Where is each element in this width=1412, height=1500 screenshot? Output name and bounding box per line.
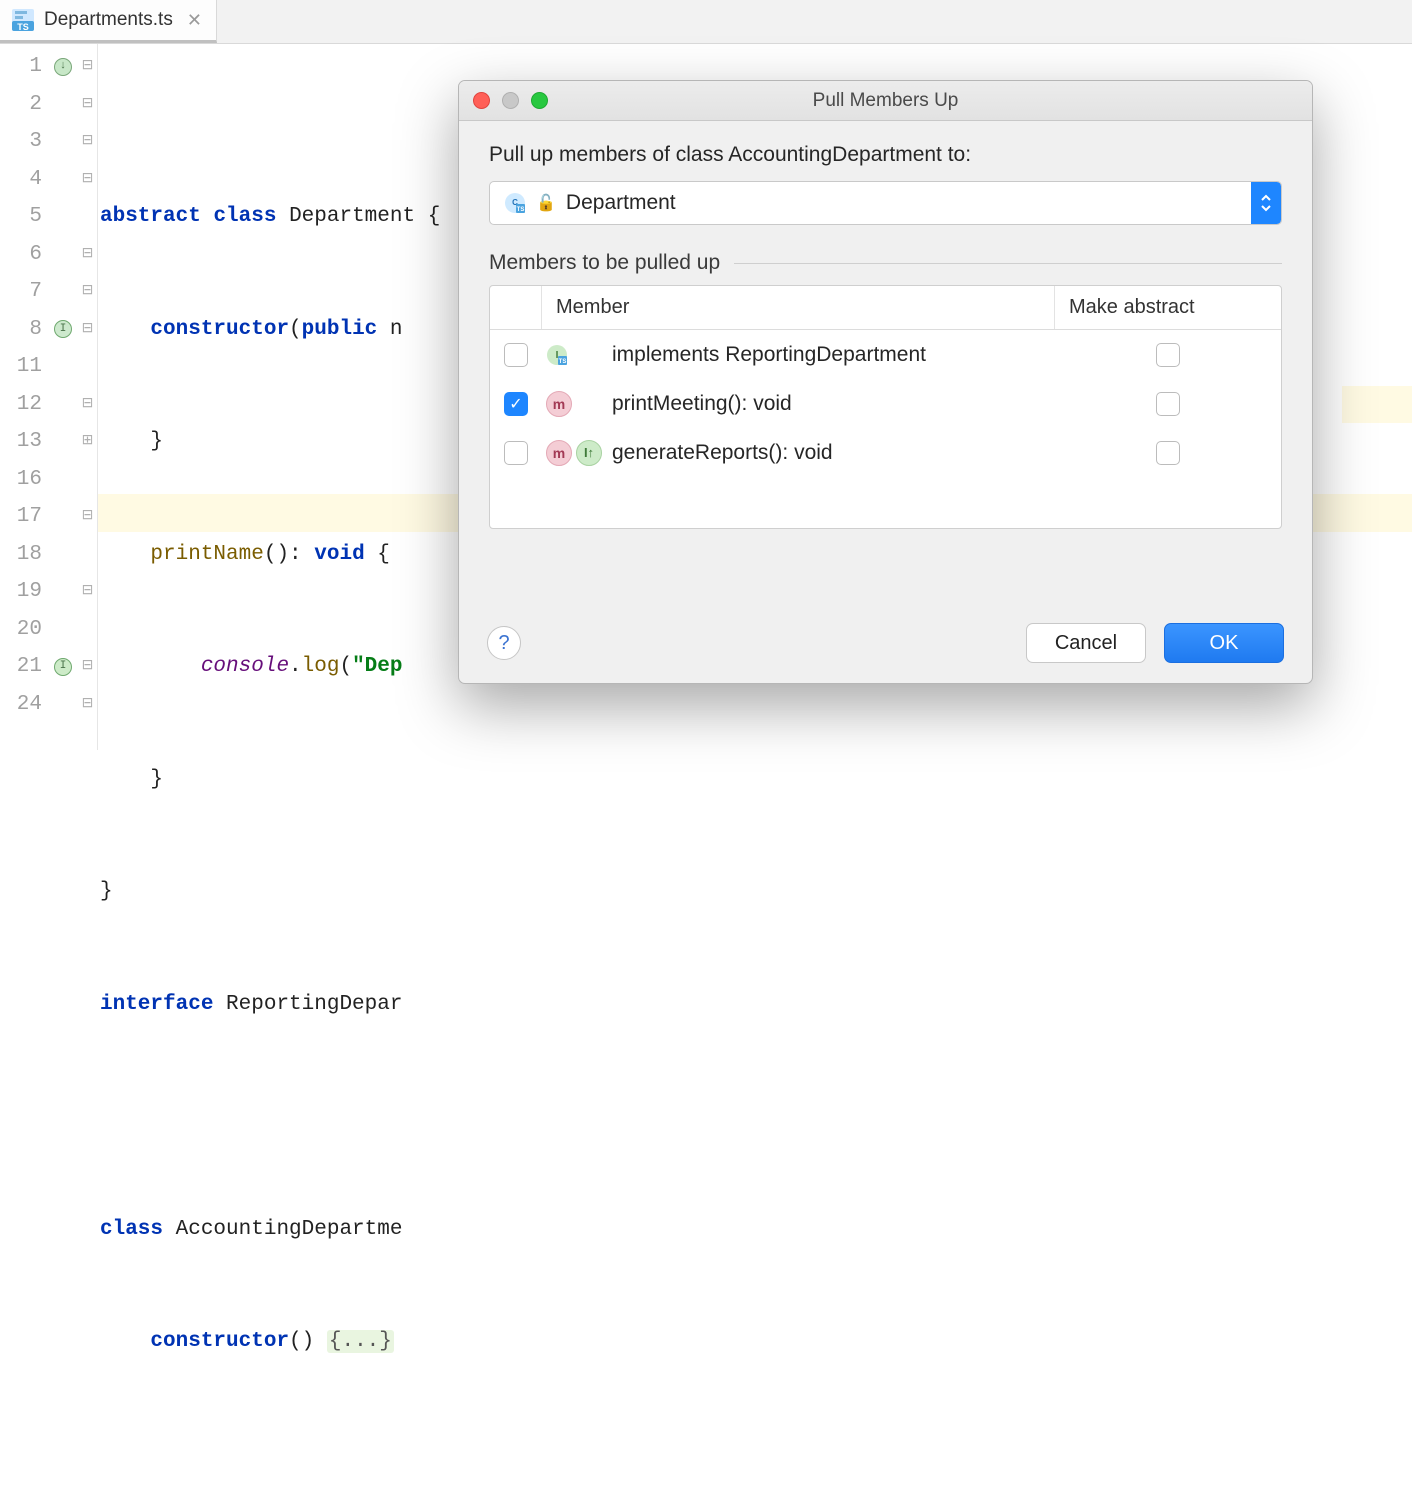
include-checkbox[interactable] <box>504 441 528 465</box>
fold-toggle[interactable]: ⊟ <box>78 48 97 86</box>
members-table: Member Make abstract ITS implements Repo… <box>489 285 1282 529</box>
gutter-fold: ⊟ ⊟ ⊟ ⊟ ⊟ ⊟ ⊟ ⊟ ⊞ ⊟ ⊟ ⊟ ⊟ <box>78 44 98 750</box>
ok-button[interactable]: OK <box>1164 623 1284 663</box>
fold-end[interactable]: ⊟ <box>78 686 97 724</box>
target-class-value: Department <box>566 191 676 215</box>
gutter-line-numbers: 123 456 7811 121316 171819 202124 <box>0 44 48 750</box>
implements-up-icon[interactable]: I <box>54 658 72 676</box>
gutter-marks: I I <box>48 44 78 750</box>
abstract-column-header[interactable]: Make abstract <box>1055 286 1281 329</box>
member-label: implements ReportingDepartment <box>612 343 1055 367</box>
fold-end[interactable]: ⊟ <box>78 236 97 274</box>
dialog-titlebar[interactable]: Pull Members Up <box>459 81 1312 121</box>
table-row[interactable]: ✓ m printMeeting(): void <box>490 379 1281 428</box>
fold-toggle[interactable]: ⊟ <box>78 311 97 349</box>
abstract-checkbox[interactable] <box>1156 441 1180 465</box>
fold-toggle[interactable]: ⊟ <box>78 86 97 124</box>
include-checkbox[interactable] <box>504 343 528 367</box>
fold-end[interactable]: ⊟ <box>78 273 97 311</box>
editor-tab-departments[interactable]: TS Departments.ts ✕ <box>0 0 217 43</box>
typescript-file-icon: TS <box>10 7 36 33</box>
interface-icon[interactable]: I <box>54 320 72 338</box>
help-button[interactable]: ? <box>487 626 521 660</box>
include-checkbox[interactable]: ✓ <box>504 392 528 416</box>
override-down-icon[interactable] <box>54 58 72 76</box>
table-row[interactable]: ITS implements ReportingDepartment <box>490 330 1281 379</box>
svg-text:TS: TS <box>517 207 525 213</box>
combo-stepper-icon[interactable] <box>1251 182 1281 224</box>
method-icon: m <box>546 391 572 417</box>
fold-toggle[interactable]: ⊟ <box>78 498 97 536</box>
dialog-body: Pull up members of class AccountingDepar… <box>459 121 1312 605</box>
fold-expand[interactable]: ⊞ <box>78 423 97 461</box>
dialog-title: Pull Members Up <box>459 90 1312 112</box>
fold-toggle[interactable]: ⊟ <box>78 386 97 424</box>
fold-toggle[interactable]: ⊟ <box>78 161 97 199</box>
svg-text:TS: TS <box>17 22 29 32</box>
interface-ts-icon: ITS <box>546 344 568 366</box>
member-column-header[interactable]: Member <box>542 286 1055 329</box>
target-class-combo[interactable]: CTS 🔓 Department <box>489 181 1282 225</box>
fold-toggle[interactable]: ⊟ <box>78 648 97 686</box>
table-row[interactable]: m I↑ generateReports(): void <box>490 428 1281 477</box>
close-icon[interactable]: ✕ <box>187 10 202 31</box>
typescript-class-icon: CTS <box>504 192 526 214</box>
cancel-button[interactable]: Cancel <box>1026 623 1146 663</box>
dialog-footer: ? Cancel OK <box>459 605 1312 683</box>
folded-region[interactable]: {...} <box>327 1330 394 1353</box>
editor-tab-bar: TS Departments.ts ✕ <box>0 0 1412 44</box>
member-label: generateReports(): void <box>612 441 1055 465</box>
pull-members-up-dialog: Pull Members Up Pull up members of class… <box>458 80 1313 684</box>
abstract-checkbox[interactable] <box>1156 392 1180 416</box>
members-table-header: Member Make abstract <box>490 286 1281 330</box>
member-label: printMeeting(): void <box>612 392 1055 416</box>
implements-up-icon: I↑ <box>576 440 602 466</box>
dialog-prompt: Pull up members of class AccountingDepar… <box>489 143 1282 167</box>
fold-end[interactable]: ⊟ <box>78 573 97 611</box>
editor-tab-label: Departments.ts <box>44 9 173 31</box>
fold-end[interactable]: ⊟ <box>78 123 97 161</box>
method-icon: m <box>546 440 572 466</box>
abstract-checkbox[interactable] <box>1156 343 1180 367</box>
members-section-label: Members to be pulled up <box>489 251 1282 275</box>
unlock-icon: 🔓 <box>536 193 556 213</box>
svg-text:TS: TS <box>559 359 567 365</box>
